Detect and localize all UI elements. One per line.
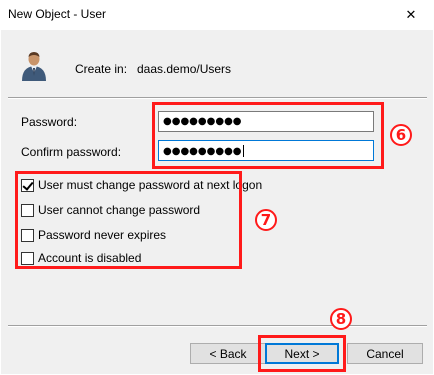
step-7-marker: 7 <box>255 209 277 231</box>
user-icon <box>22 52 46 81</box>
title-bar: New Object - User ✕ <box>0 0 434 30</box>
password-label: Password: <box>21 115 78 129</box>
separator <box>8 325 427 327</box>
step-6-marker: 6 <box>390 124 412 146</box>
close-button[interactable]: ✕ <box>388 0 434 30</box>
confirm-password-label: Confirm password: <box>21 145 122 159</box>
back-button[interactable]: < Back <box>190 343 266 364</box>
step-6-number: 6 <box>395 126 407 144</box>
separator <box>8 97 427 99</box>
create-in-label: Create in: <box>75 62 128 76</box>
options-highlight-box <box>15 171 242 269</box>
step-7-number: 7 <box>260 211 272 229</box>
cancel-button-label: Cancel <box>366 346 404 361</box>
step-8-number: 8 <box>335 310 347 328</box>
cancel-button[interactable]: Cancel <box>347 343 423 364</box>
back-button-label: < Back <box>209 346 247 361</box>
password-highlight-box <box>152 102 384 169</box>
step-8-marker: 8 <box>330 308 352 330</box>
next-highlight-box <box>258 335 346 372</box>
window-title: New Object - User <box>8 7 107 21</box>
create-in-path: daas.demo/Users <box>137 62 232 76</box>
close-icon: ✕ <box>405 7 417 22</box>
